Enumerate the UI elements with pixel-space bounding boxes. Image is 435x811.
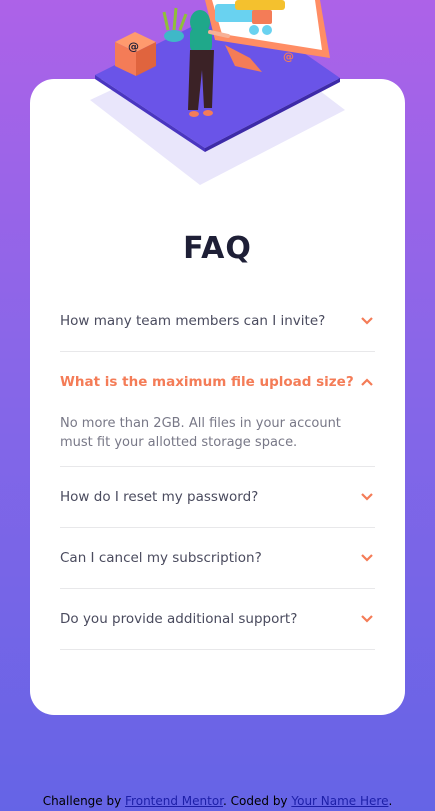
chevron-down-icon xyxy=(361,317,373,325)
faq-question-button[interactable]: How many team members can I invite? xyxy=(60,291,375,351)
faq-question-text: Can I cancel my subscription? xyxy=(60,550,262,566)
attribution-middle: . Coded by xyxy=(223,794,292,808)
page-title: FAQ xyxy=(183,231,252,266)
attribution-suffix: . xyxy=(388,794,393,808)
faq-question-text: How many team members can I invite? xyxy=(60,313,326,329)
faq-item-additional-support: Do you provide additional support? xyxy=(60,589,375,650)
faq-accordion: How many team members can I invite? What… xyxy=(60,291,375,650)
chevron-down-icon xyxy=(361,554,373,562)
chevron-up-icon xyxy=(361,378,373,386)
frontend-mentor-link[interactable]: Frontend Mentor xyxy=(125,794,223,808)
faq-question-text: How do I reset my password? xyxy=(60,489,259,505)
faq-question-button[interactable]: How do I reset my password? xyxy=(60,467,375,527)
chevron-down-icon xyxy=(361,615,373,623)
faq-question-text: What is the maximum file upload size? xyxy=(60,374,354,390)
faq-answer-text: No more than 2GB. All files in your acco… xyxy=(60,416,341,450)
faq-item-reset-password: How do I reset my password? xyxy=(60,467,375,528)
svg-text:@: @ xyxy=(128,40,139,53)
faq-question-button[interactable]: What is the maximum file upload size? xyxy=(60,352,375,412)
author-link[interactable]: Your Name Here xyxy=(291,794,388,808)
woman-at-computer-illustration: @ @ xyxy=(90,0,345,185)
attribution: Challenge by Frontend Mentor. Coded by Y… xyxy=(0,794,435,808)
svg-text:@: @ xyxy=(283,50,294,63)
faq-item-cancel-subscription: Can I cancel my subscription? xyxy=(60,528,375,589)
faq-question-text: Do you provide additional support? xyxy=(60,611,298,627)
attribution-prefix: Challenge by xyxy=(42,794,126,808)
faq-item-team-members: How many team members can I invite? xyxy=(60,291,375,352)
chevron-down-icon xyxy=(361,493,373,501)
faq-question-button[interactable]: Can I cancel my subscription? xyxy=(60,528,375,588)
faq-item-upload-size: What is the maximum file upload size? No… xyxy=(60,352,375,467)
faq-question-button[interactable]: Do you provide additional support? xyxy=(60,589,375,649)
